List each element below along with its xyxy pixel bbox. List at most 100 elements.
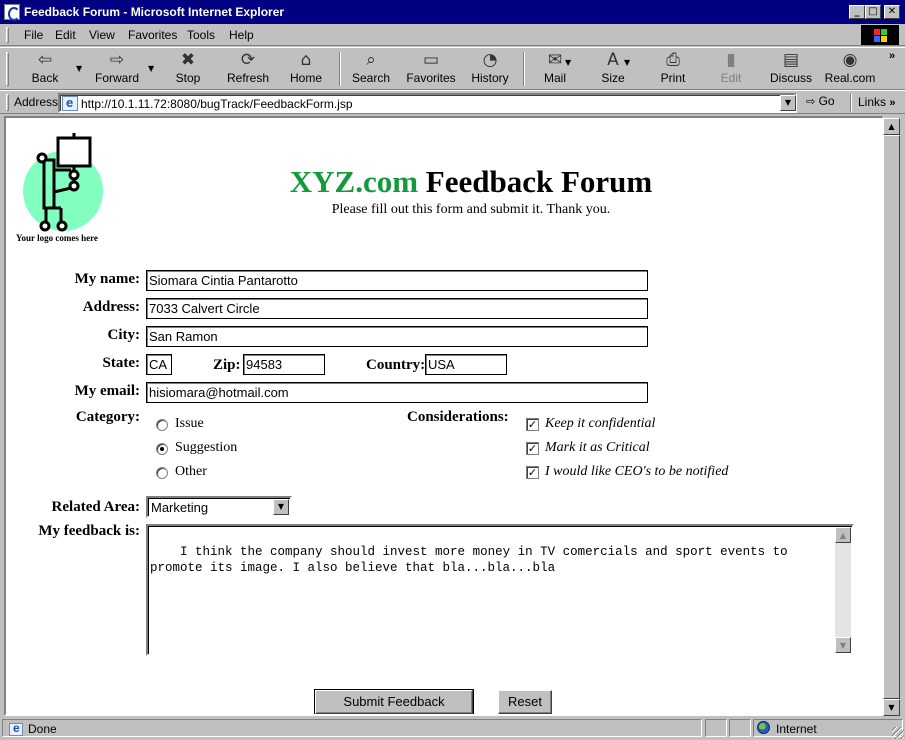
address-input[interactable]: http://10.1.11.72:8080/bugTrack/Feedback… — [58, 93, 797, 113]
feedback-scrollbar[interactable]: ▲ ▼ — [835, 527, 851, 653]
checkbox-ceo[interactable]: ✓ — [526, 466, 539, 479]
forward-button[interactable]: ⇨ Forward — [88, 50, 146, 88]
favorites-folder-icon: ▭ — [422, 50, 440, 70]
toolbar-separator — [523, 52, 525, 86]
related-area-select[interactable]: Marketing ▼ — [146, 496, 292, 518]
home-button[interactable]: ⌂ Home — [282, 50, 330, 88]
favorites-button[interactable]: ▭ Favorites — [402, 50, 460, 88]
address-field[interactable]: 7033 Calvert Circle — [146, 298, 648, 319]
consideration-critical[interactable]: ✓ Mark it as Critical — [526, 440, 766, 460]
links-chevron-icon: » — [889, 97, 896, 109]
mail-button[interactable]: ✉ Mail — [532, 50, 578, 88]
minimize-button[interactable]: _ — [849, 5, 865, 19]
checkbox-confidential[interactable]: ✓ — [526, 418, 539, 431]
back-arrow-icon: ⇦ — [37, 50, 53, 70]
go-button[interactable]: ⇨ Go — [806, 94, 835, 108]
edit-label: Edit — [720, 71, 742, 85]
forward-dropdown-icon[interactable]: ▼ — [148, 64, 154, 73]
mail-dropdown-icon[interactable]: ▼ — [565, 58, 571, 67]
edit-page-icon: ▮ — [726, 50, 736, 70]
scroll-up-icon[interactable]: ▲ — [883, 118, 900, 135]
menu-file[interactable]: File — [24, 28, 43, 42]
size-button[interactable]: A Size — [590, 50, 636, 88]
history-button[interactable]: ◔ History — [466, 50, 514, 88]
zip-label: Zip: — [213, 357, 241, 373]
feedback-label: My feedback is: — [38, 523, 140, 539]
city-field[interactable]: San Ramon — [146, 326, 648, 347]
radio-suggestion[interactable] — [156, 443, 168, 455]
category-suggestion-label: Suggestion — [175, 440, 238, 455]
forward-arrow-icon: ⇨ — [109, 50, 125, 70]
feedback-textarea[interactable]: I think the company should invest more m… — [146, 524, 854, 656]
page-scrollbar[interactable]: ▲ ▼ — [883, 118, 900, 716]
discuss-label: Discuss — [769, 71, 812, 85]
toolbar-chevron-icon[interactable]: » — [889, 50, 895, 62]
back-dropdown-icon[interactable]: ▼ — [76, 64, 82, 73]
address-separator — [850, 94, 852, 112]
print-button[interactable]: ⎙ Print — [650, 50, 696, 88]
links-button[interactable]: Links » — [858, 95, 895, 109]
back-button[interactable]: ⇦ Back — [18, 50, 72, 88]
size-label: Size — [601, 71, 625, 85]
window-title: Feedback Forum - Microsoft Internet Expl… — [24, 5, 285, 19]
menu-bar: File Edit View Favorites Tools Help — [0, 24, 905, 46]
search-icon: ⌕ — [366, 50, 376, 70]
scroll-down-icon[interactable]: ▼ — [835, 637, 851, 653]
status-panel-blank — [705, 719, 727, 737]
country-label: Country: — [366, 357, 426, 373]
maximize-button[interactable]: □ — [865, 5, 881, 19]
name-field[interactable]: Siomara Cintia Pantarotto — [146, 270, 648, 291]
menu-grip[interactable] — [6, 27, 9, 43]
menu-edit[interactable]: Edit — [55, 28, 76, 42]
discuss-button[interactable]: ▤ Discuss — [766, 50, 816, 88]
related-area-label: Related Area: — [51, 499, 140, 515]
radio-other[interactable] — [156, 467, 168, 479]
logo-caption: Your logo comes here — [16, 233, 98, 243]
toolbar-grip[interactable] — [6, 52, 9, 86]
consideration-ceo-label: I would like CEO's to be notified — [545, 464, 729, 479]
menu-favorites[interactable]: Favorites — [128, 28, 177, 42]
category-suggestion[interactable]: Suggestion — [156, 440, 276, 460]
scroll-up-icon[interactable]: ▲ — [835, 527, 851, 543]
address-dropdown-icon[interactable]: ▼ — [780, 95, 796, 111]
page-title-rest: Feedback Forum — [418, 164, 653, 199]
title-bar: Feedback Forum - Microsoft Internet Expl… — [0, 0, 905, 24]
ie-icon[interactable] — [4, 4, 20, 21]
submit-feedback-button[interactable]: Submit Feedback — [314, 689, 474, 714]
close-button[interactable]: ✕ — [884, 5, 900, 19]
realcom-label: Real.com — [824, 71, 876, 85]
radio-issue[interactable] — [156, 419, 168, 431]
stop-button[interactable]: ✖ Stop — [162, 50, 214, 88]
reset-button[interactable]: Reset — [498, 690, 552, 714]
edit-button: ▮ Edit — [708, 50, 754, 88]
consideration-confidential[interactable]: ✓ Keep it confidential — [526, 416, 766, 436]
status-text: Done — [28, 722, 57, 736]
realcom-button[interactable]: ◉ Real.com — [822, 50, 878, 88]
page-done-icon — [9, 721, 23, 736]
scroll-down-icon[interactable]: ▼ — [883, 699, 900, 716]
printer-icon: ⎙ — [666, 50, 680, 70]
email-field[interactable]: hisiomara@hotmail.com — [146, 382, 648, 403]
menu-view[interactable]: View — [89, 28, 115, 42]
checkbox-critical[interactable]: ✓ — [526, 442, 539, 455]
menu-tools[interactable]: Tools — [187, 28, 215, 42]
back-label: Back — [31, 71, 59, 85]
address-grip[interactable] — [6, 94, 9, 111]
refresh-button[interactable]: ⟳ Refresh — [220, 50, 276, 88]
country-field[interactable]: USA — [425, 354, 507, 375]
category-other[interactable]: Other — [156, 464, 276, 484]
history-icon: ◔ — [482, 50, 498, 70]
consideration-ceo[interactable]: ✓ I would like CEO's to be notified — [526, 464, 766, 484]
scroll-thumb[interactable] — [883, 135, 900, 699]
menu-help[interactable]: Help — [229, 28, 254, 42]
category-issue[interactable]: Issue — [156, 416, 276, 436]
windows-logo-icon — [861, 25, 899, 45]
size-dropdown-icon[interactable]: ▼ — [624, 58, 630, 67]
chevron-down-icon[interactable]: ▼ — [273, 499, 289, 515]
links-label: Links — [858, 95, 887, 109]
forward-label: Forward — [94, 71, 139, 85]
search-button[interactable]: ⌕ Search — [346, 50, 396, 88]
state-field[interactable]: CA — [146, 354, 172, 375]
resize-grip-icon[interactable] — [892, 727, 904, 739]
zip-field[interactable]: 94583 — [243, 354, 325, 375]
